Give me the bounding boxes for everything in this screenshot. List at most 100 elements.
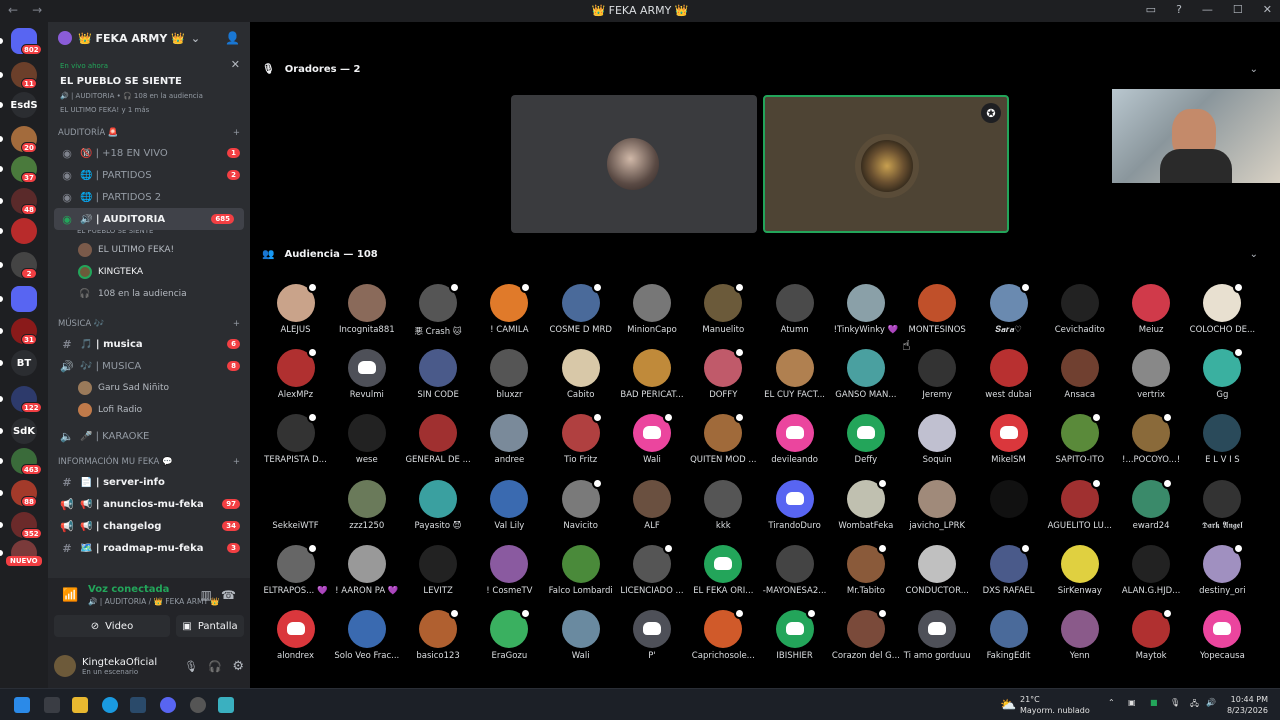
audience-member[interactable]: WombatFeka [830, 477, 901, 531]
audience-member[interactable]: kkk [688, 479, 759, 531]
dismiss-icon[interactable]: ✕ [231, 58, 240, 71]
speakers-header[interactable]: 🎙 Oradores — 2 [262, 64, 361, 75]
audience-member[interactable]: EL FEKA ORI... [688, 544, 759, 596]
audience-member[interactable]: Mr.Tabito [830, 542, 901, 596]
audience-member[interactable]: TirandoDuro [759, 479, 830, 531]
audience-member[interactable]: Wali [545, 610, 616, 661]
audience-member[interactable]: LICENCIADO ... [617, 542, 688, 596]
audience-member[interactable]: eward24 [1116, 477, 1187, 531]
tray-network-icon[interactable]: 🖧 [1190, 698, 1199, 712]
collapse-chevron-icon[interactable]: ⌄ [1250, 64, 1258, 75]
server-icon[interactable] [11, 218, 37, 244]
settings-gear-icon[interactable]: ⚙ [232, 659, 244, 674]
audience-member[interactable]: Meiuz [1116, 284, 1187, 335]
audience-member[interactable]: COLOCHO DE... [1187, 282, 1258, 335]
channel-musica-voice[interactable]: 🔊 🎶 | MÚSICA 8 [48, 355, 250, 377]
close-window-icon[interactable]: ✕ [1263, 3, 1272, 16]
audience-member[interactable]: BAD PERICAT... [617, 349, 688, 400]
audience-member[interactable]: GENERAL DE ... [403, 414, 474, 465]
audience-member[interactable]: basico123 [403, 608, 474, 661]
audience-member[interactable]: QUITEN MOD ... [688, 412, 759, 465]
voice-member[interactable]: Lofi Radio [48, 399, 250, 421]
audience-member[interactable]: west dubai [973, 349, 1044, 400]
audience-member[interactable]: Jeremy [902, 349, 973, 400]
tray-app-icon[interactable]: ▣ [1128, 698, 1136, 707]
inbox-icon[interactable]: ▭ [1146, 3, 1156, 16]
audience-member[interactable]: DXS RAFAEL [973, 542, 1044, 596]
audience-member[interactable]: wese [331, 414, 402, 465]
maximize-icon[interactable]: ☐ [1233, 3, 1243, 16]
audience-member[interactable]: ALEJUS [260, 282, 331, 335]
audience-member[interactable]: zzz1250 [331, 479, 402, 531]
clock-date[interactable]: 8/23/2026 [1222, 706, 1268, 715]
audience-member[interactable]: ALF [617, 479, 688, 531]
user-panel[interactable]: KingtekaOficial En un escenario 🎙 🎧 ⚙ [54, 651, 244, 681]
audience-member[interactable]: Yopecausa [1187, 610, 1258, 661]
audience-member[interactable]: Solo Veo Frac... [331, 610, 402, 661]
windows-start-icon[interactable] [14, 697, 30, 713]
audience-member[interactable]: alondrex [260, 610, 331, 661]
server-icon[interactable]: EsdS [10, 92, 38, 118]
audience-member[interactable]: Revulmi [331, 349, 402, 400]
audience-member[interactable]: GANSO MAN... [830, 349, 901, 400]
audience-member[interactable]: SekkeiWTF [260, 479, 331, 531]
audience-member[interactable]: Atumn [759, 284, 830, 335]
disconnect-icon[interactable]: ☎ [221, 588, 236, 602]
soundboard-icon[interactable]: ▥ [201, 588, 212, 602]
tray-green-icon[interactable]: ■ [1150, 698, 1158, 707]
channel-musica-text[interactable]: # 🎵 | musica 6 [48, 333, 250, 355]
audience-member[interactable]: Maytok [1116, 608, 1187, 661]
add-channel-icon[interactable]: + [233, 319, 240, 329]
audience-member[interactable]: SAPITO-ITO [1044, 412, 1115, 465]
audience-header[interactable]: 👥 Audiencia — 108 [262, 249, 378, 260]
audience-member[interactable]: Deffy [830, 414, 901, 465]
audience-member[interactable]: AlexMPz [260, 347, 331, 400]
file-explorer-icon[interactable] [72, 697, 88, 713]
audience-member[interactable]: 𝑺𝒂𝒓𝒂♡ [973, 282, 1044, 335]
add-channel-icon[interactable]: + [233, 457, 240, 467]
server-icon[interactable]: BT [11, 350, 37, 376]
audience-member[interactable]: MikelSM [973, 414, 1044, 465]
task-view-icon[interactable] [44, 697, 60, 713]
audience-member[interactable]: CONDUCTOR... [902, 544, 973, 596]
audience-count[interactable]: 🎧 108 en la audiencia [48, 283, 250, 305]
audience-member[interactable]: Navicito [545, 477, 616, 531]
channel-auditoria[interactable]: ◉ 🔊 | AUDITORIA 685 [54, 208, 244, 230]
microphone-icon[interactable]: 🎙 [184, 660, 198, 673]
app-icon[interactable] [190, 697, 206, 713]
audience-member[interactable]: Incognita881 [331, 284, 402, 335]
tray-chevron-icon[interactable]: ⌃ [1108, 698, 1115, 707]
audience-member[interactable]: COSME D MRD [545, 282, 616, 335]
steam-icon[interactable] [130, 697, 146, 713]
audience-member[interactable] [973, 479, 1044, 521]
audience-member[interactable]: Ti amo gorduuu [902, 610, 973, 661]
audience-member[interactable]: ELTRAPOS... 💜 [260, 542, 331, 596]
collapse-chevron-icon[interactable]: ⌄ [1250, 249, 1258, 260]
audience-member[interactable]: ! CosmeTV [474, 544, 545, 596]
add-channel-icon[interactable]: + [233, 128, 240, 138]
server-icon[interactable]: SdK [11, 418, 37, 444]
audience-member[interactable]: !TinkyWinky 💜 [830, 284, 901, 335]
channel-karaoke[interactable]: 🔈 🎤 | KARAOKE [48, 425, 250, 447]
category-auditoria[interactable]: AUDITORÍA 🚨 + [48, 122, 250, 142]
audience-member[interactable]: Manuelito [688, 282, 759, 335]
guild-header[interactable]: 👑 FEKA ARMY 👑 ⌄ 👤 [48, 22, 250, 54]
audience-member[interactable]: EL CUY FACT... [759, 349, 830, 400]
audience-member[interactable]: Soquin [902, 414, 973, 465]
audience-member[interactable]: Corazon del G... [830, 608, 901, 661]
audience-member[interactable]: Yenn [1044, 610, 1115, 661]
category-musica[interactable]: MÚSICA 🎶 + [48, 313, 250, 333]
speaker-tile-active[interactable]: ✪ [763, 95, 1009, 233]
tray-mic-icon[interactable]: 🎙 [1170, 698, 1180, 707]
audience-member[interactable]: SirKenway [1044, 544, 1115, 596]
audience-member[interactable]: P' [617, 610, 688, 661]
voice-member[interactable]: Garu Sad Niñito [48, 377, 250, 399]
audience-member[interactable]: TERAPISTA D... [260, 412, 331, 465]
audience-member[interactable]: 悪 Crash 🐱 [403, 282, 474, 337]
stage-member[interactable]: EL ULTIMO FEKA! [48, 239, 250, 261]
audience-member[interactable]: -MAYONESA2... [759, 544, 830, 596]
audience-member[interactable]: bluxzr [474, 349, 545, 400]
audience-member[interactable]: javicho_LPRK [902, 479, 973, 531]
tray-volume-icon[interactable]: 🔊 [1206, 698, 1216, 707]
audience-member[interactable]: DOFFY [688, 347, 759, 400]
